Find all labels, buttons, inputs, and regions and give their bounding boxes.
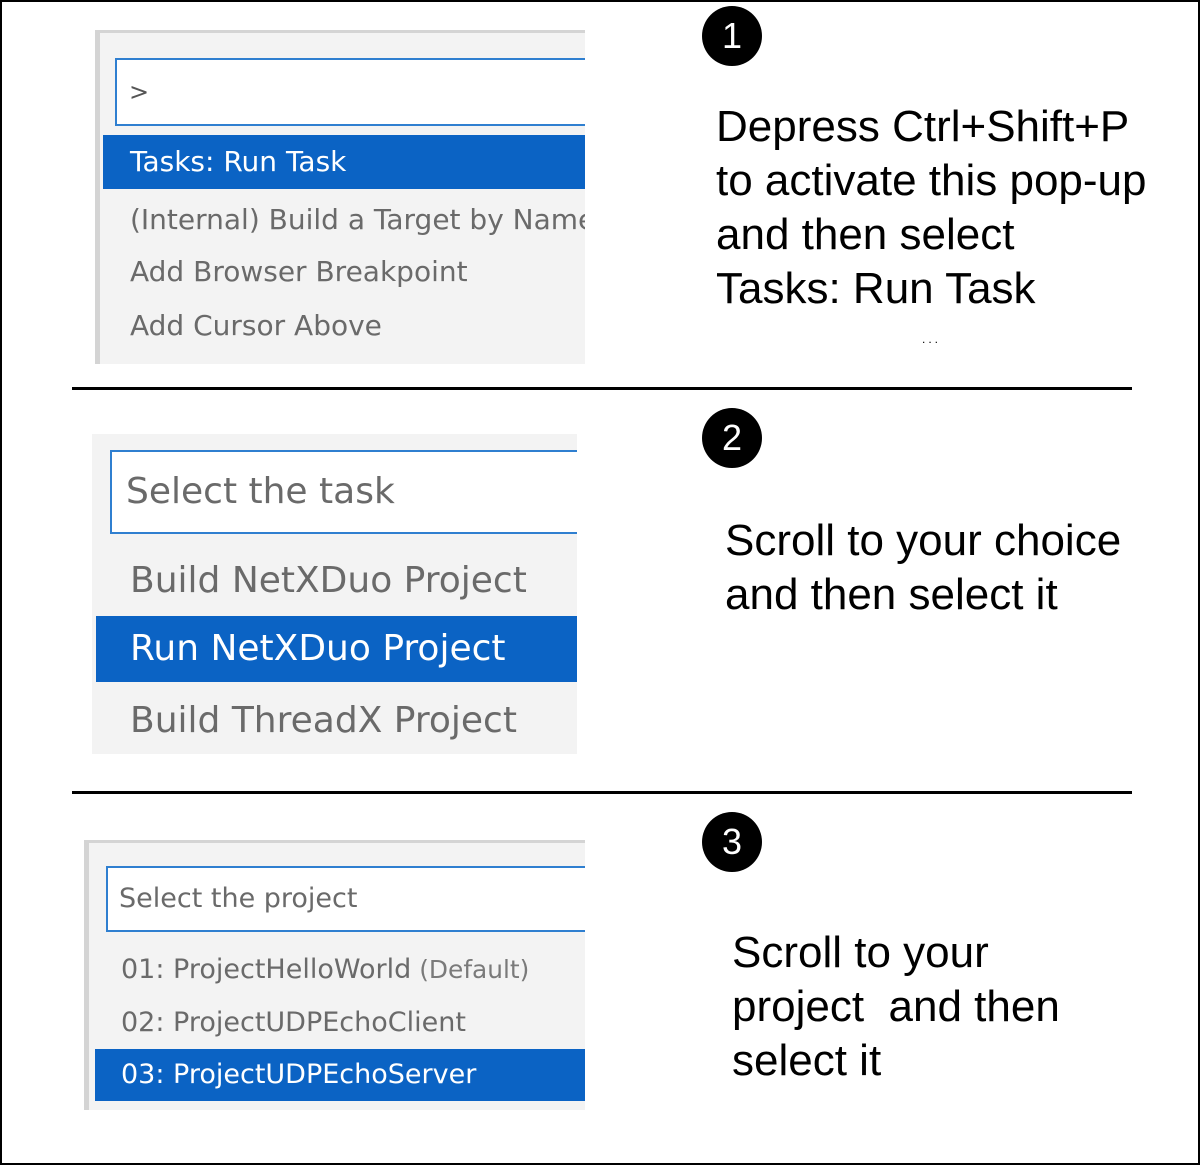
command-item-label: Add Cursor Above [130,309,382,342]
instruction-line: select it [732,1036,882,1085]
panel-left-border [95,30,100,364]
step-2-instructions: Scroll to your choice and then select it [725,514,1121,622]
instruction-line: to activate this pop-up [716,156,1147,205]
step-number: 1 [721,15,743,56]
task-item-build-netxduo[interactable]: Build NetXDuo Project [96,548,577,614]
project-item-hello-world[interactable]: 01: ProjectHelloWorld (Default) [95,944,585,996]
default-hint: (Default) [419,955,530,984]
command-input[interactable]: > [115,58,585,126]
project-item-label: 03: ProjectUDPEchoServer [121,1059,477,1090]
command-item-tasks-run-task[interactable]: Tasks: Run Task [103,135,585,189]
task-item-label: Build ThreadX Project [130,700,517,741]
instruction-line: Depress Ctrl+Shift+P [716,102,1130,151]
ellipsis-mark: ... [922,332,942,346]
instruction-line: and then select [716,210,1015,259]
command-input-value: > [129,78,150,106]
command-item-build-target[interactable]: (Internal) Build a Target by Name [103,194,585,246]
instruction-line: Scroll to your choice [725,516,1122,565]
project-item-udp-echo-client[interactable]: 02: ProjectUDPEchoClient [95,997,585,1049]
instruction-line: and then select it [725,570,1058,619]
section-divider-1 [72,387,1132,390]
step-3-instructions: Scroll to your project and then select i… [732,926,1060,1088]
step-1-instructions: Depress Ctrl+Shift+P to activate this po… [716,100,1146,316]
command-item-label: Tasks: Run Task [130,145,347,178]
project-item-label: 01: ProjectHelloWorld [121,954,412,985]
step-3-badge: 3 [702,812,762,872]
task-item-label: Run NetXDuo Project [130,628,506,669]
project-picker-step-3: Select the project 01: ProjectHelloWorld… [84,840,585,1110]
task-item-run-netxduo[interactable]: Run NetXDuo Project [96,616,577,682]
project-input-placeholder: Select the project [119,883,358,914]
panel-top-border [84,840,585,843]
instruction-line: Scroll to your [732,928,989,977]
instruction-line: Tasks: Run Task [716,264,1036,313]
step-1-badge: 1 [702,6,762,66]
task-input-placeholder: Select the task [126,471,395,512]
section-divider-2 [72,791,1132,794]
command-item-label: (Internal) Build a Target by Name [130,203,585,236]
step-number: 2 [721,417,743,458]
panel-top-border [95,30,585,33]
command-item-add-browser-breakpoint[interactable]: Add Browser Breakpoint [103,246,585,298]
task-item-label: Build NetXDuo Project [130,560,527,601]
panel-left-border [84,840,89,1110]
command-palette-step-1: > Tasks: Run Task (Internal) Build a Tar… [95,30,585,364]
command-item-add-cursor-above[interactable]: Add Cursor Above [103,300,585,352]
command-item-label: Add Browser Breakpoint [130,255,468,288]
step-number: 3 [721,821,743,862]
project-item-label: 02: ProjectUDPEchoClient [121,1007,466,1038]
task-input[interactable]: Select the task [110,450,577,534]
project-input[interactable]: Select the project [106,866,585,932]
instruction-line: project and then [732,982,1060,1031]
task-item-build-threadx[interactable]: Build ThreadX Project [96,688,577,754]
step-2-badge: 2 [702,408,762,468]
project-item-udp-echo-server[interactable]: 03: ProjectUDPEchoServer [95,1049,585,1101]
task-picker-step-2: Select the task Build NetXDuo Project Ru… [92,434,577,754]
